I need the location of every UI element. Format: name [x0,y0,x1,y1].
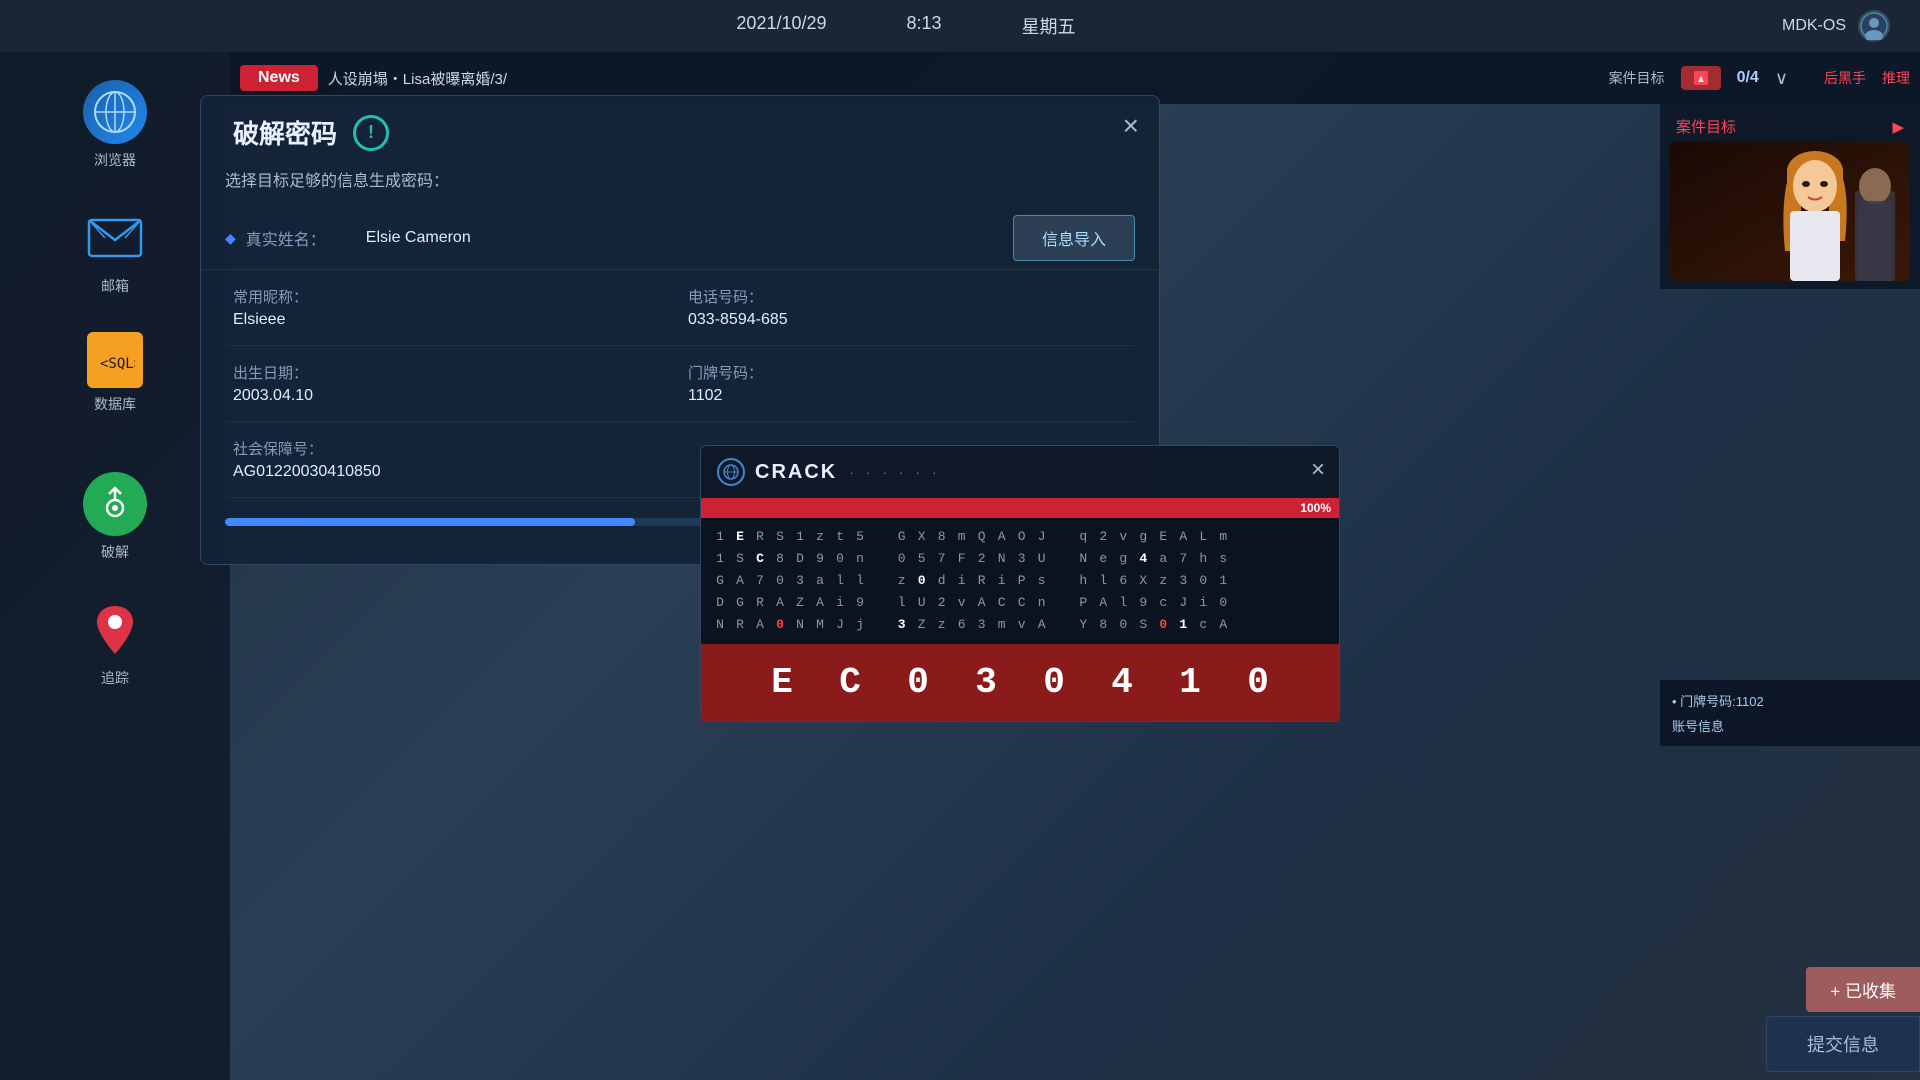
taskbar-center: 2021/10/29 8:13 星期五 [736,13,1075,39]
taskbar-time: 8:13 [907,13,942,39]
taskbar: 2021/10/29 8:13 星期五 MDK-OS [0,0,1920,52]
avatar [1858,10,1890,42]
browser-label: 浏览器 [94,150,136,170]
collected-badge[interactable]: + 已收集 [1806,967,1920,1012]
real-name-value: Elsie Cameron [366,229,1013,247]
sidebar-item-mail[interactable]: 邮箱 [83,206,147,296]
phone-value: 033-8594-685 [688,311,1127,329]
nickname-value: Elsieee [233,311,672,329]
birthday-value: 2003.04.10 [233,387,672,405]
right-bottom-info: • 门牌号码:1102 账号信息 [1660,680,1920,746]
sidebar-item-hack[interactable]: 破解 [83,472,147,562]
result-char-0c: 0 [1238,662,1278,703]
result-char-0a: 0 [898,662,938,703]
expand-btn[interactable]: ∨ [1775,68,1788,89]
crack-close-btn[interactable]: × [1311,456,1325,484]
result-char-1: 1 [1170,662,1210,703]
door-info-row: • 门牌号码:1102 [1672,688,1908,713]
phone-cell: 电话号码： 033-8594-685 [680,270,1135,346]
db-label: 数据库 [94,394,136,414]
taskbar-date: 2021/10/29 [736,13,826,39]
diamond-icon: ◆ [225,230,236,247]
browser-icon [83,80,147,144]
dialog-header: 破解密码 ! × [201,96,1159,163]
taskbar-right: MDK-OS [1782,10,1890,42]
crack-progress-text: 100% [1300,501,1331,515]
result-char-e: E [762,662,802,703]
result-char-4: 4 [1102,662,1142,703]
topbar-title: 人设崩塌・Lisa被曝离婚/3/ [328,68,1609,89]
submit-btn[interactable]: 提交信息 [1766,1016,1920,1072]
sidebar-item-db[interactable]: <SQL> 数据库 [87,332,143,414]
villain-label: 后黑手 [1824,68,1866,88]
result-char-3: 3 [966,662,1006,703]
character-card: Elsie Cameron [1668,141,1912,281]
right-target-label: 案件目标 ▶ [1668,112,1912,141]
birthday-label: 出生日期： [233,362,672,383]
door-value: 1102 [688,387,1127,405]
svg-text:<SQL>: <SQL> [100,356,135,372]
progress-count: 0/4 [1737,69,1759,87]
crack-result: E C 0 3 0 4 1 0 [701,644,1339,721]
globe-icon [717,458,745,486]
hack-label: 破解 [101,542,129,562]
taskbar-system: MDK-OS [1782,17,1846,35]
right-target-arrow[interactable]: ▶ [1892,118,1904,136]
door-cell: 门牌号码： 1102 [680,346,1135,422]
crack-progress-bar: 100% [701,498,1339,518]
sidebar-item-browser[interactable]: 浏览器 [83,80,147,170]
crack-matrix-row-1: 1 E R S 1 z t 5 G X 8 m Q A O J q 2 v g … [713,526,1327,548]
info-icon: ! [353,115,389,151]
crack-matrix: 1 E R S 1 z t 5 G X 8 m Q A O J q 2 v g … [701,518,1339,644]
real-name-label: 真实姓名： [246,226,366,250]
nickname-label: 常用昵称： [233,286,672,307]
character-image: Elsie Cameron [1670,141,1910,281]
dialog-progress-fill [225,518,635,526]
birthday-cell: 出生日期： 2003.04.10 [225,346,680,422]
real-name-row: ◆ 真实姓名： Elsie Cameron 信息导入 [201,207,1159,270]
reasoning-label[interactable]: 推理 [1882,68,1910,88]
dialog-subtitle: 选择目标足够的信息生成密码： [201,163,1159,207]
svg-text:▲: ▲ [1696,74,1706,85]
account-info-row: 账号信息 [1672,713,1908,738]
crack-window: CRACK · · · · · · × 100% 1 E R S 1 z t 5… [700,445,1340,722]
topbar-right: 案件目标 ▲ 0/4 ∨ 后黑手 推理 [1609,66,1910,90]
sidebar-item-track[interactable]: 追踪 [83,598,147,688]
db-icon: <SQL> [87,332,143,388]
result-char-0b: 0 [1034,662,1074,703]
dialog-title: 破解密码 [233,114,337,151]
track-icon [83,598,147,662]
dialog-close-btn[interactable]: × [1123,112,1139,140]
crack-matrix-row-5: N R A 0 N M J j 3 Z z 6 3 m v A Y 8 0 S … [713,614,1327,636]
right-panel: 案件目标 ▶ Elsie Cameron [1660,104,1920,289]
mail-icon [83,206,147,270]
target-badge[interactable]: ▲ [1681,66,1721,90]
track-label: 追踪 [101,668,129,688]
target-label: 案件目标 [1609,68,1665,88]
phone-label: 电话号码： [688,286,1127,307]
sidebar: 浏览器 邮箱 <SQL> 数据库 [0,52,230,1080]
result-char-c: C [830,662,870,703]
crack-matrix-row-4: D G R A Z A i 9 l U 2 v A C C n P A l 9 … [713,592,1327,614]
crack-header: CRACK · · · · · · × [701,446,1339,498]
crack-title: CRACK [755,461,837,484]
crack-dots: · · · · · · [849,464,940,480]
news-badge[interactable]: News [240,65,318,91]
mail-label: 邮箱 [101,276,129,296]
door-label: 门牌号码： [688,362,1127,383]
nickname-cell: 常用昵称： Elsieee [225,270,680,346]
hack-icon [83,472,147,536]
crack-matrix-row-2: 1 S C 8 D 9 0 n 0 5 7 F 2 N 3 U N e g 4 … [713,548,1327,570]
crack-matrix-row-3: G A 7 0 3 a l l z 0 d i R i P s h l 6 X … [713,570,1327,592]
taskbar-day: 星期五 [1022,13,1076,39]
import-btn[interactable]: 信息导入 [1013,215,1135,261]
